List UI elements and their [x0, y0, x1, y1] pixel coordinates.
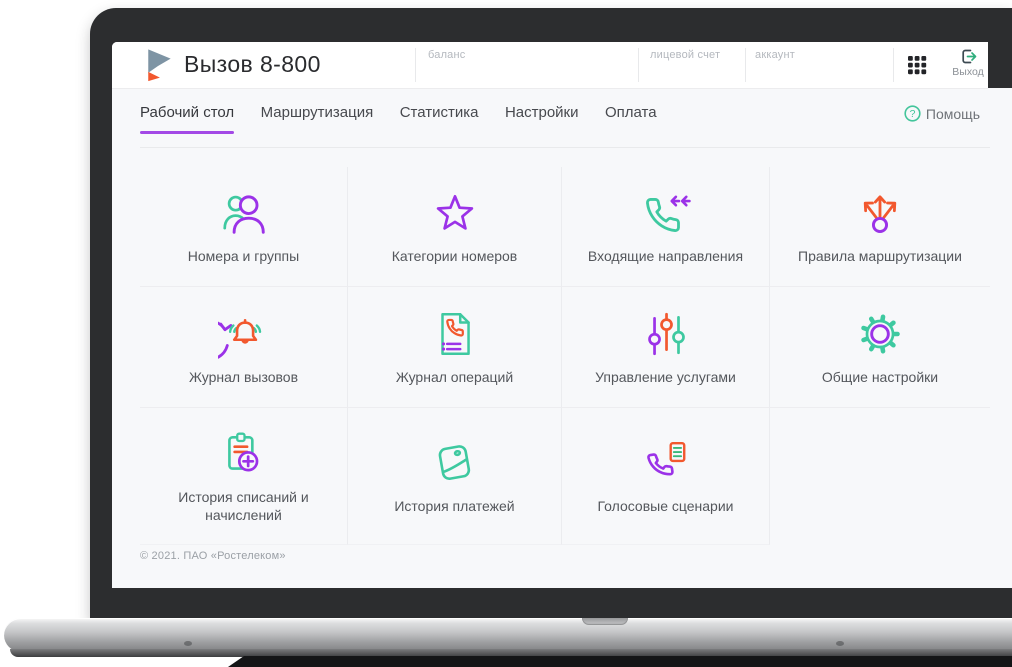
- tile-charges-history[interactable]: История списаний и начислений: [140, 408, 348, 545]
- balance-field-label: баланс: [428, 49, 466, 61]
- users-icon: [222, 195, 265, 234]
- dashboard-grid: Номера и группы Категории номеров Входящ…: [140, 167, 990, 545]
- tile-routing-rules[interactable]: Правила маршрутизации: [770, 167, 990, 287]
- divider: [745, 48, 746, 82]
- logout-icon: [961, 49, 976, 64]
- tile-incoming-directions[interactable]: Входящие направления: [562, 167, 770, 287]
- logout-button[interactable]: Выход: [946, 48, 990, 78]
- tile-label: История списаний и начислений: [178, 488, 309, 523]
- tile-label: Журнал вызовов: [188, 368, 299, 385]
- tab-settings[interactable]: Настройки: [505, 104, 579, 134]
- tile-label: Общие настройки: [821, 368, 939, 385]
- rostelecom-logo-icon: [148, 49, 171, 82]
- tile-label: Журнал операций: [395, 368, 514, 385]
- logout-label: Выход: [952, 66, 984, 78]
- tile-label: Правила маршрутизации: [798, 248, 962, 265]
- tab-statistics[interactable]: Статистика: [400, 104, 479, 134]
- laptop-mockup: Вызов 8-800 баланс лицевой счет аккаунт: [0, 0, 1012, 667]
- tile-label: История платежей: [394, 497, 515, 514]
- laptop-lid-notch: [582, 618, 628, 625]
- tile-payments-history[interactable]: История платежей: [348, 408, 562, 545]
- tab-routing[interactable]: Маршрутизация: [261, 104, 374, 134]
- route-split-icon: [863, 195, 897, 234]
- personal-account-field-label: лицевой счет: [650, 49, 721, 61]
- tab-payment[interactable]: Оплата: [605, 104, 657, 134]
- main-nav: Рабочий стол Маршрутизация Статистика На…: [140, 104, 679, 134]
- empty-cell: [770, 408, 990, 545]
- tile-voice-scenarios[interactable]: Голосовые сценарии: [562, 408, 770, 545]
- app-header: Вызов 8-800 баланс лицевой счет аккаунт: [112, 42, 988, 88]
- svg-text:?: ?: [910, 108, 916, 120]
- help-link[interactable]: ? Помощь: [904, 105, 980, 122]
- tile-label: Номера и группы: [187, 248, 300, 265]
- divider: [140, 147, 990, 148]
- laptop-shadow: [228, 656, 1012, 667]
- tile-service-management[interactable]: Управление услугами: [562, 287, 770, 408]
- divider: [893, 48, 894, 82]
- tab-desktop[interactable]: Рабочий стол: [140, 104, 235, 134]
- tile-operations-log[interactable]: Журнал операций: [348, 287, 562, 408]
- screen-content: Вызов 8-800 баланс лицевой счет аккаунт: [112, 42, 1012, 588]
- gear-icon: [861, 314, 900, 354]
- wallet-icon: [438, 444, 470, 480]
- tile-label: Входящие направления: [587, 248, 744, 265]
- tile-label: Управление услугами: [595, 368, 736, 385]
- voice-script-icon: [646, 441, 685, 476]
- copyright-text: © 2021. ПАО «Ростелеком»: [140, 550, 286, 562]
- account-field-label: аккаунт: [755, 49, 795, 61]
- help-label: Помощь: [925, 105, 980, 122]
- tile-call-log[interactable]: Журнал вызовов: [140, 287, 348, 408]
- tile-label: Категории номеров: [391, 248, 518, 265]
- phone-incoming-icon: [645, 195, 691, 233]
- tile-number-categories[interactable]: Категории номеров: [348, 167, 562, 287]
- clipboard-plus-icon: [227, 432, 258, 472]
- laptop-base: [4, 618, 1012, 652]
- question-circle-icon: ?: [904, 105, 921, 122]
- laptop-foot: [184, 641, 192, 646]
- tile-general-settings[interactable]: Общие настройки: [770, 287, 990, 408]
- app-title: Вызов 8-800: [184, 51, 321, 77]
- laptop-base-edge: [10, 649, 1012, 657]
- tile-numbers-and-groups[interactable]: Номера и группы: [140, 167, 348, 287]
- divider: [638, 48, 639, 82]
- laptop-foot: [836, 641, 844, 646]
- call-history-icon: [217, 318, 261, 359]
- tile-label: Голосовые сценарии: [597, 497, 734, 514]
- apps-grid-button[interactable]: [907, 55, 927, 75]
- divider: [415, 48, 416, 82]
- apps-grid-icon: [908, 56, 927, 75]
- bezel-corner: [988, 42, 1012, 88]
- operations-log-icon: [440, 312, 470, 355]
- sliders-icon: [647, 312, 685, 355]
- star-icon: [436, 195, 473, 230]
